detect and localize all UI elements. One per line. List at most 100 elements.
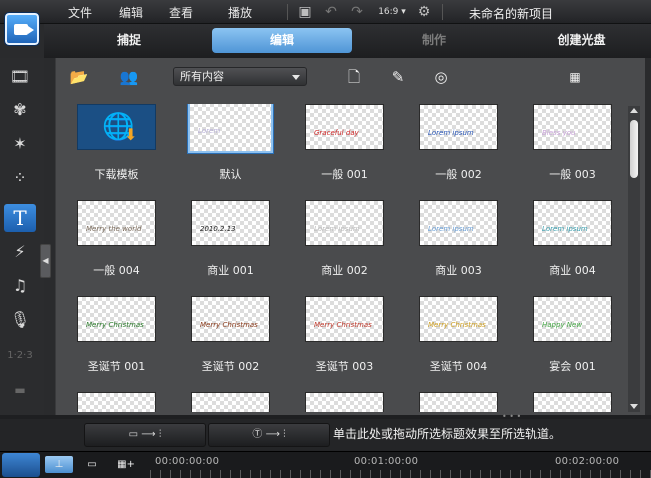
template-sample-text: Bless you [542,129,576,137]
left-tool-strip: 🎞 ✾ ✶ ⁘ T ⚡ ♫ 🎙 1·2·3 ▬ [0,58,44,418]
menu-edit[interactable]: 编辑 [119,4,143,21]
toolbar-divider [442,4,443,20]
library-scrollbar[interactable] [628,106,640,412]
menu-view[interactable]: 查看 [169,4,193,21]
template-label: 圣诞节 003 [315,360,374,373]
template-thumbnail: Lorem ipsum [305,200,384,246]
template-sample-text: Merry Christmas [200,321,258,329]
toolbar-divider [287,4,288,20]
scroll-down-arrow-icon[interactable] [630,404,638,409]
template-thumbnail [419,392,498,412]
timeline-bar: ⊥ ▭ ▦+ 00:00:00:00 00:01:00:00 00:02:00:… [0,451,651,478]
title-template-grid: 🌐 ⬇ 下载模板 Lorem 默认 Graceful day 一般 001 Lorem ips… [64,104,630,412]
template-thumbnail [533,392,612,412]
effects-icon[interactable]: ✶ [4,130,36,158]
template-label: 默认 [219,168,242,181]
timeline-time-0: 00:00:00:00 [155,456,220,467]
project-title: 未命名的新项目 [469,7,554,21]
timeline-view-button[interactable]: ⊥ [45,456,73,473]
settings-gear-icon[interactable]: ⚙ [415,3,433,21]
title-icon[interactable]: T [4,204,36,232]
tab-produce[interactable]: 制作 [369,28,499,53]
template-sample-text: Lorem ipsum [314,225,360,233]
timeline-ruler[interactable] [150,470,651,478]
library-toolbar: 📂 👥 所有内容 🗋 ✎ ◎ ▦ [56,58,646,96]
tab-create-disc[interactable]: 创建光盘 [514,28,649,53]
menu-playback[interactable]: 播放 [228,4,252,21]
scroll-thumb[interactable] [630,120,638,178]
template-label: 圣诞节 002 [201,360,260,373]
template-sample-text: 2010.2.13 [200,225,236,233]
template-sample-text: Lorem [198,127,221,135]
app-logo-icon[interactable] [4,12,40,46]
tab-edit[interactable]: 编辑 [212,28,352,53]
template-thumbnail: Merry Christmas [191,296,270,342]
filter-selected-value: 所有内容 [180,70,224,83]
add-track-icon[interactable]: ▦+ [112,456,140,473]
template-thumbnail: Happy New [533,296,612,342]
add-to-video-track-button[interactable]: ▭ ⟶ ⫶ [84,423,206,447]
user-network-icon[interactable]: 👥 [118,67,140,87]
sort-grid-icon[interactable]: ▦ [564,67,586,87]
template-label: 一般 001 [321,168,368,181]
voice-icon[interactable]: 🎙 [4,306,36,334]
template-label: 商业 002 [321,264,368,277]
template-thumbnail: Merry Christmas [419,296,498,342]
music-icon[interactable]: ♫ [4,272,36,300]
collapse-panel-handle[interactable]: ◀ [40,244,51,278]
template-thumbnail: Lorem ipsum [419,200,498,246]
template-thumbnail: Merry Christmas [77,296,156,342]
drop-hint-text: 单击此处或拖动所选标题效果至所选轨道。 [333,427,562,441]
template-thumbnail: Merry Christmas [305,296,384,342]
template-label: 下载模板 [94,168,139,181]
redo-icon[interactable]: ↷ [348,3,366,21]
timeline-time-1: 00:01:00:00 [354,456,419,467]
template-sample-text: Lorem ipsum [428,225,474,233]
timeline-corner-icon[interactable] [2,453,40,477]
template-label: 商业 001 [207,264,254,277]
template-thumbnail: Bless you [533,104,612,150]
overlay-icon[interactable]: ⁘ [4,164,36,192]
menu-file[interactable]: 文件 [68,4,92,21]
chapter-icon[interactable]: 1·2·3 [4,342,36,370]
add-to-title-track-button[interactable]: Ⓣ ⟶ ⫶ [208,423,330,447]
template-thumbnail [191,392,270,412]
save-icon[interactable]: ▣ [296,3,314,21]
application-window: 文件 编辑 查看 播放 ▣ ↶ ↷ 16:9 ▾ ⚙ 未命名的新项目 捕捉 编辑… [0,0,651,478]
template-sample-text: Lorem ipsum [428,129,474,137]
download-globe-icon: 🌐 ⬇ [77,104,156,150]
subtitle-icon[interactable]: ▬ [4,376,36,404]
template-sample-text: Merry the world [86,225,142,233]
timeline-time-2: 00:02:00:00 [555,456,620,467]
menu-bar: 文件 编辑 查看 播放 ▣ ↶ ↷ 16:9 ▾ ⚙ 未命名的新项目 [0,0,651,24]
template-sample-text: Happy New [542,321,583,329]
import-folder-icon[interactable]: 📂 [68,67,90,87]
aspect-ratio-selector[interactable]: 16:9 ▾ [375,3,409,21]
scroll-up-arrow-icon[interactable] [630,108,638,113]
aspect-ratio-label: 16:9 [378,7,399,17]
content-filter-dropdown[interactable]: 所有内容 [173,67,307,86]
media-icon[interactable]: 🎞 [4,63,36,91]
template-label: 圣诞节 004 [429,360,488,373]
template-label: 一般 004 [93,264,140,277]
template-thumbnail: Happy New [77,392,156,412]
transition-icon[interactable]: ✾ [4,96,36,124]
storyboard-view-button[interactable]: ▭ [78,456,106,473]
new-document-icon[interactable]: 🗋 [343,67,365,87]
chevron-down-icon [292,75,300,80]
tab-capture[interactable]: 捕捉 [64,28,194,53]
mode-tabs: 捕捉 编辑 制作 创建光盘 [44,24,651,58]
template-thumbnail: Graceful day [305,104,384,150]
template-label: 商业 003 [435,264,482,277]
edit-pencil-icon[interactable]: ✎ [387,67,409,87]
template-thumbnail: Lorem [188,104,273,153]
undo-icon[interactable]: ↶ [322,3,340,21]
disc-icon[interactable]: ◎ [430,67,452,87]
template-thumbnail [305,392,384,412]
apply-title-bar: ▭ ⟶ ⫶ Ⓣ ⟶ ⫶ 单击此处或拖动所选标题效果至所选轨道。 [0,419,651,451]
graphic-icon[interactable]: ⚡ [4,238,36,266]
template-label: 一般 002 [435,168,482,181]
template-label: 商业 004 [549,264,596,277]
template-thumbnail: Merry the world [77,200,156,246]
template-sample-text: Lorem ipsum [542,225,588,233]
